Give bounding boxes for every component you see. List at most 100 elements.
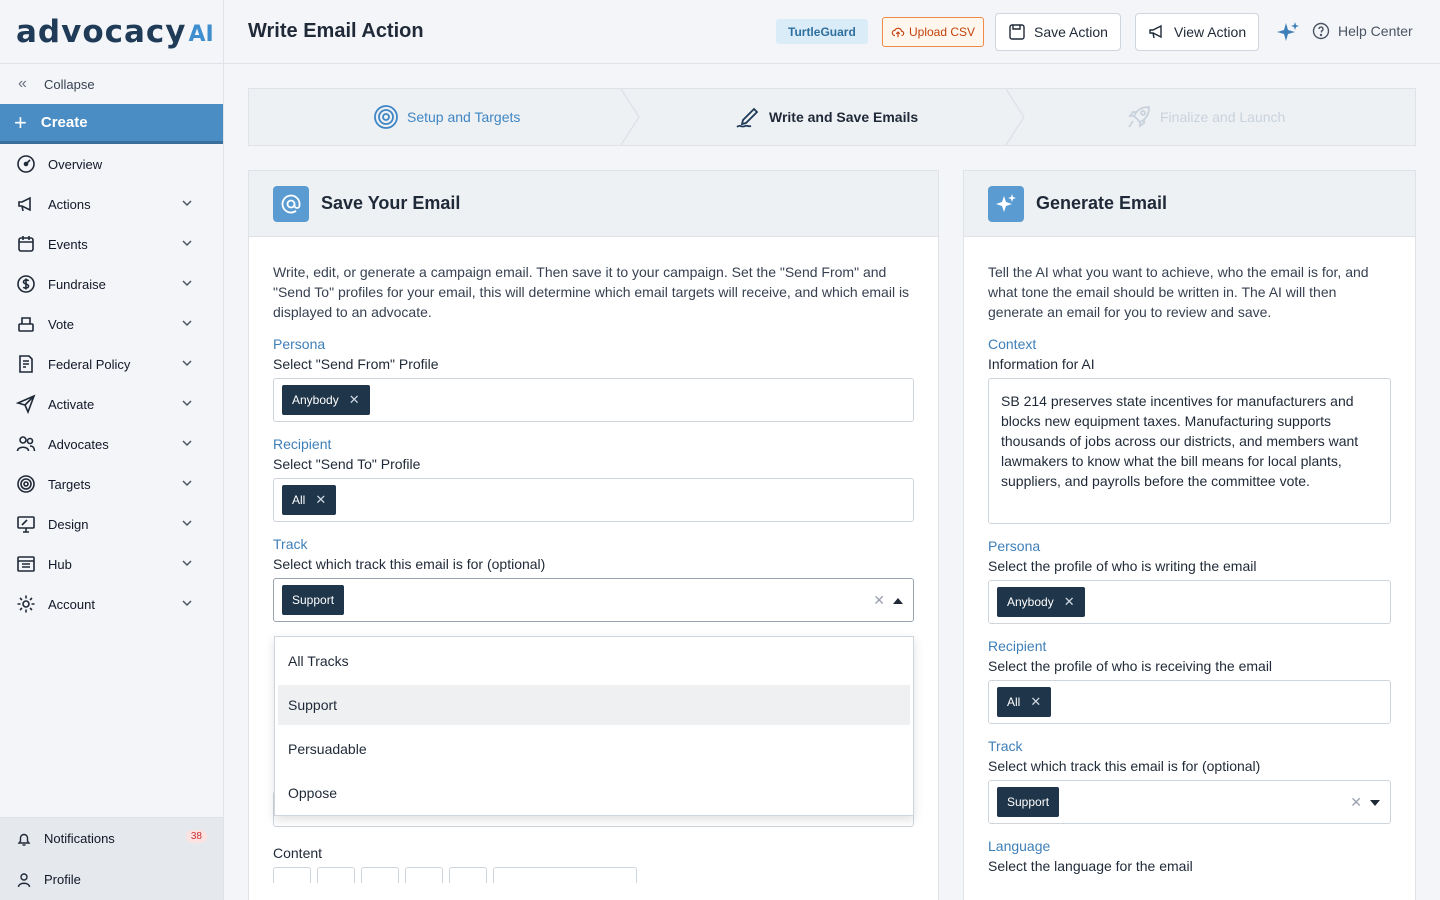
sidebar-item-federal-policy[interactable]: Federal Policy xyxy=(0,344,223,384)
italic-button[interactable] xyxy=(317,867,355,883)
help-center-label: Help Center xyxy=(1338,23,1413,39)
upload-csv-button[interactable]: Upload CSV xyxy=(882,17,985,47)
sidebar-item-design[interactable]: Design xyxy=(0,504,223,544)
profile-button[interactable]: Profile xyxy=(0,859,223,900)
clear-icon[interactable]: ✕ xyxy=(1350,794,1362,811)
sidebar-item-account[interactable]: Account xyxy=(0,584,223,624)
rocket-icon xyxy=(1128,106,1150,128)
chevron-down-icon xyxy=(182,360,192,367)
content-label: Content xyxy=(273,845,323,861)
link-button[interactable] xyxy=(449,867,487,883)
track-chip: Support xyxy=(997,787,1060,817)
chip-label: All xyxy=(292,493,306,507)
sidebar-item-hub[interactable]: Hub xyxy=(0,544,223,584)
sidebar-item-label: Overview xyxy=(48,156,103,172)
brand-logo[interactable]: advocacy AI xyxy=(0,0,223,64)
format-select[interactable] xyxy=(493,867,637,883)
recipient-select[interactable]: All ✕ xyxy=(273,478,914,522)
step-label: Write and Save Emails xyxy=(769,109,919,125)
remove-chip-icon[interactable]: ✕ xyxy=(315,492,326,508)
recipient-label: Recipient xyxy=(988,638,1047,654)
sidebar-item-events[interactable]: Events xyxy=(0,224,223,264)
sidebar-item-label: Hub xyxy=(48,556,72,572)
track-label: Track xyxy=(273,536,308,552)
ballot-icon xyxy=(18,317,34,332)
caret-down-icon[interactable] xyxy=(1370,800,1380,806)
context-textarea[interactable]: SB 214 preserves state incentives for ma… xyxy=(988,378,1391,524)
caret-up-icon[interactable] xyxy=(893,598,903,604)
gauge-icon xyxy=(17,155,35,173)
chevron-down-icon xyxy=(182,240,192,247)
editor-toolbar xyxy=(273,867,914,883)
track-sublabel: Select which track this email is for (op… xyxy=(273,556,546,572)
track-label: Track xyxy=(988,738,1023,754)
ai-track-select[interactable]: Support ✕ xyxy=(988,780,1391,824)
language-label: Language xyxy=(988,838,1051,854)
brand-word: advocacy xyxy=(16,13,187,50)
chip-label: Support xyxy=(1007,795,1050,809)
create-label: Create xyxy=(40,114,88,131)
remove-chip-icon[interactable]: ✕ xyxy=(349,392,360,408)
step-setup-and-targets[interactable]: Setup and Targets xyxy=(373,89,520,145)
dropdown-option[interactable]: Oppose xyxy=(278,773,910,813)
recipient-chip: All ✕ xyxy=(997,687,1052,717)
top-header: Write Email Action TurtleGuard Upload CS… xyxy=(224,0,1440,64)
sidebar-footer: Notifications 38 Profile xyxy=(0,817,223,900)
recipient-chip: All ✕ xyxy=(282,485,337,515)
sidebar-item-overview[interactable]: Overview xyxy=(0,144,223,184)
sidebar-item-actions[interactable]: Actions xyxy=(0,184,223,224)
list-button[interactable] xyxy=(405,867,443,883)
sidebar-item-label: Events xyxy=(48,236,88,252)
track-sublabel: Select which track this email is for (op… xyxy=(988,758,1261,774)
bell-icon xyxy=(17,833,31,846)
ai-recipient-select[interactable]: All ✕ xyxy=(988,680,1391,724)
card-title: Save Your Email xyxy=(321,193,461,213)
create-button[interactable]: + Create xyxy=(0,104,223,144)
save-action-button[interactable]: Save Action xyxy=(995,13,1121,51)
step-write-and-save-emails[interactable]: Write and Save Emails xyxy=(735,89,918,145)
sidebar-item-label: Vote xyxy=(48,316,75,332)
remove-chip-icon[interactable]: ✕ xyxy=(1030,694,1041,710)
underline-button[interactable] xyxy=(361,867,399,883)
sidebar-item-advocates[interactable]: Advocates xyxy=(0,424,223,464)
sidebar-item-activate[interactable]: Activate xyxy=(0,384,223,424)
dropdown-option-selected[interactable]: Support xyxy=(278,685,910,725)
clear-icon[interactable]: ✕ xyxy=(873,592,885,609)
ai-persona-select[interactable]: Anybody ✕ xyxy=(988,580,1391,624)
chevron-down-icon xyxy=(182,480,192,487)
help-center-link[interactable]: Help Center xyxy=(1312,22,1413,40)
gear-icon xyxy=(17,595,35,613)
notifications-button[interactable]: Notifications 38 xyxy=(0,818,223,859)
target-icon xyxy=(17,475,35,493)
step-label: Finalize and Launch xyxy=(1160,109,1286,125)
persona-select[interactable]: Anybody ✕ xyxy=(273,378,914,422)
dropdown-option[interactable]: Persuadable xyxy=(278,729,910,769)
sidebar-item-vote[interactable]: Vote xyxy=(0,304,223,344)
sidebar: advocacy AI « Collapse + Create Overview… xyxy=(0,0,224,900)
collapse-label: Collapse xyxy=(44,76,95,92)
upload-csv-label: Upload CSV xyxy=(909,25,976,39)
chevron-down-icon xyxy=(182,280,192,287)
sidebar-item-targets[interactable]: Targets xyxy=(0,464,223,504)
card-title: Generate Email xyxy=(1036,193,1168,213)
megaphone-icon xyxy=(1149,24,1162,39)
step-finalize-and-launch[interactable]: Finalize and Launch xyxy=(1126,89,1285,145)
remove-chip-icon[interactable]: ✕ xyxy=(1064,594,1075,610)
sidebar-item-label: Design xyxy=(48,516,89,532)
collapse-button[interactable]: « Collapse xyxy=(0,64,223,104)
page-title: Write Email Action xyxy=(248,20,424,42)
card-description: Write, edit, or generate a campaign emai… xyxy=(273,264,910,320)
dropdown-option[interactable]: All Tracks xyxy=(278,641,910,681)
sidebar-item-label: Activate xyxy=(48,396,95,412)
question-circle-icon xyxy=(1312,22,1330,40)
chip-label: All xyxy=(1007,695,1021,709)
notifications-label: Notifications xyxy=(44,831,115,846)
ai-sparkle-icon[interactable] xyxy=(1276,20,1300,44)
chevron-down-icon xyxy=(182,440,192,447)
sidebar-item-fundraise[interactable]: Fundraise xyxy=(0,264,223,304)
view-action-button[interactable]: View Action xyxy=(1135,13,1260,51)
at-sign-icon xyxy=(273,185,309,222)
bold-button[interactable] xyxy=(273,867,311,883)
track-select[interactable]: Support ✕ xyxy=(273,578,914,622)
step-separator xyxy=(1005,89,1025,145)
